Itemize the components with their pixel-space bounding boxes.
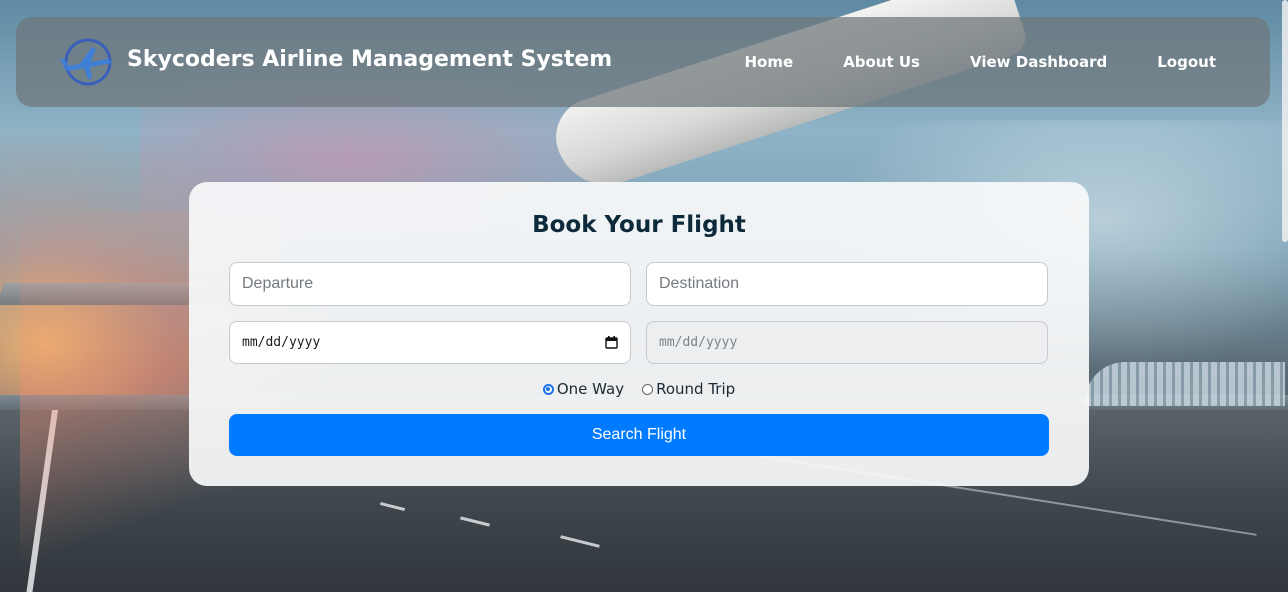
departure-placeholder: Departure (242, 275, 314, 292)
nav-links: Home About Us View Dashboard Logout (744, 53, 1216, 71)
departure-date-input[interactable]: mm/dd/yyyy (229, 321, 631, 364)
nav-link-logout[interactable]: Logout (1157, 53, 1216, 71)
page: Skycoders Airline Management System Home… (0, 0, 1288, 592)
radio-round-trip[interactable]: Round Trip (642, 380, 735, 398)
terminal-building (1085, 362, 1285, 406)
departure-input[interactable]: Departure (229, 262, 631, 306)
nav-link-home[interactable]: Home (744, 53, 793, 71)
radio-round-trip-dot[interactable] (642, 383, 654, 395)
scrollbar[interactable] (1282, 0, 1288, 242)
brand-title: Skycoders Airline Management System (127, 47, 613, 72)
booking-title: Book Your Flight (532, 212, 746, 238)
radio-round-trip-label: Round Trip (656, 380, 736, 398)
booking-card: Book Your Flight Departure Destination m… (189, 182, 1089, 486)
return-date-input[interactable]: mm/dd/yyyy (646, 321, 1048, 364)
departure-date-placeholder: mm/dd/yyyy (242, 335, 321, 350)
navbar: Skycoders Airline Management System Home… (16, 17, 1270, 107)
search-flight-button[interactable]: Search Flight (229, 414, 1049, 456)
airplane-logo-icon[interactable] (58, 37, 114, 87)
trip-type-group: One Way Round Trip (189, 380, 1089, 398)
radio-one-way[interactable]: One Way (542, 380, 625, 398)
radio-one-way-dot[interactable] (542, 383, 554, 395)
radio-one-way-label: One Way (556, 380, 625, 398)
calendar-icon[interactable] (605, 336, 618, 349)
nav-link-view-dashboard[interactable]: View Dashboard (970, 53, 1107, 71)
nav-link-about-us[interactable]: About Us (843, 53, 920, 71)
destination-placeholder: Destination (659, 275, 740, 292)
return-date-placeholder: mm/dd/yyyy (659, 335, 738, 350)
destination-input[interactable]: Destination (646, 262, 1048, 306)
